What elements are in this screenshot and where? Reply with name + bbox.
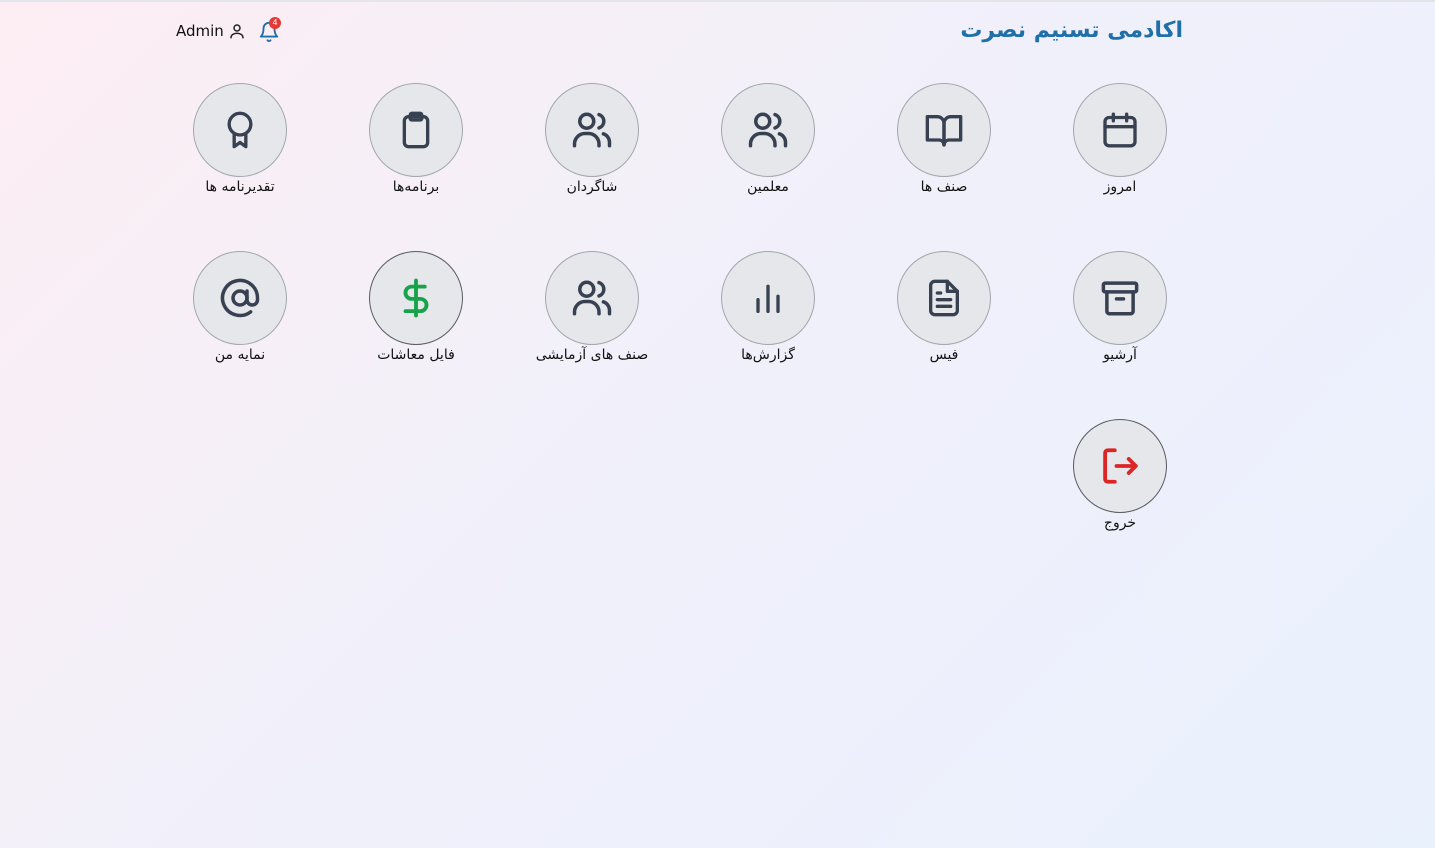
tile-classes-label: صنف ها <box>920 179 968 195</box>
tile-my-profile-label: نمایه من <box>214 347 266 363</box>
tile-fees-circle[interactable] <box>897 251 991 345</box>
clipboard-icon <box>396 110 436 150</box>
user-menu[interactable]: Admin <box>176 22 246 40</box>
tile-certificates-circle[interactable] <box>193 83 287 177</box>
tile-students-label: شاگردان <box>566 179 618 195</box>
bar-chart-icon <box>748 278 788 318</box>
tile-teachers[interactable]: معلمین <box>698 83 838 213</box>
tile-students-circle[interactable] <box>545 83 639 177</box>
tile-programs[interactable]: برنامه‌ها <box>346 83 486 213</box>
tile-archive-circle[interactable] <box>1073 251 1167 345</box>
logout-icon <box>1099 445 1141 487</box>
tile-logout-label: خروج <box>1103 515 1137 531</box>
tile-salary-file-label: فایل معاشات <box>377 347 455 363</box>
users-icon <box>747 109 789 151</box>
tile-salary-file-circle[interactable] <box>369 251 463 345</box>
tile-students[interactable]: شاگردان <box>522 83 662 213</box>
user-name: Admin <box>176 22 224 40</box>
archive-icon <box>1099 277 1141 319</box>
tile-trial-classes[interactable]: صنف های آزمایشی <box>522 251 662 381</box>
tile-reports-label: گزارش‌ها <box>741 347 795 363</box>
tile-teachers-circle[interactable] <box>721 83 815 177</box>
tile-my-profile[interactable]: نمایه من <box>170 251 310 381</box>
dollar-icon <box>395 277 437 319</box>
tile-logout-circle[interactable] <box>1073 419 1167 513</box>
tile-programs-circle[interactable] <box>369 83 463 177</box>
document-icon <box>924 278 964 318</box>
tile-archive[interactable]: آرشیو <box>1050 251 1190 381</box>
tile-today-circle[interactable] <box>1073 83 1167 177</box>
notifications-button[interactable]: 4 <box>258 17 281 43</box>
tile-archive-label: آرشیو <box>1103 347 1137 363</box>
tile-fees[interactable]: فیس <box>874 251 1014 381</box>
tile-classes-circle[interactable] <box>897 83 991 177</box>
tile-today[interactable]: امروز <box>1050 83 1190 213</box>
tile-programs-label: برنامه‌ها <box>392 179 440 195</box>
top-border <box>0 0 1435 2</box>
tile-reports[interactable]: گزارش‌ها <box>698 251 838 381</box>
tile-certificates-label: تقدیرنامه ها <box>205 179 275 195</box>
tile-trial-classes-label: صنف های آزمایشی <box>535 347 649 363</box>
users-icon <box>571 277 613 319</box>
tile-logout[interactable]: خروج <box>1050 419 1190 549</box>
tile-classes[interactable]: صنف ها <box>874 83 1014 213</box>
tile-today-label: امروز <box>1103 179 1137 195</box>
book-open-icon <box>924 110 964 150</box>
at-sign-icon <box>219 277 261 319</box>
tile-my-profile-circle[interactable] <box>193 251 287 345</box>
users-icon <box>571 109 613 151</box>
award-icon <box>220 110 260 150</box>
user-icon <box>228 22 246 40</box>
notification-badge: 4 <box>269 17 281 29</box>
tile-reports-circle[interactable] <box>721 251 815 345</box>
tile-trial-classes-circle[interactable] <box>545 251 639 345</box>
app-title: اکادمی تسنیم نصرت <box>960 18 1183 43</box>
calendar-icon <box>1100 110 1140 150</box>
tile-teachers-label: معلمین <box>747 179 789 195</box>
tile-salary-file[interactable]: فایل معاشات <box>346 251 486 381</box>
tile-certificates[interactable]: تقدیرنامه ها <box>170 83 310 213</box>
tile-fees-label: فیس <box>929 347 959 363</box>
